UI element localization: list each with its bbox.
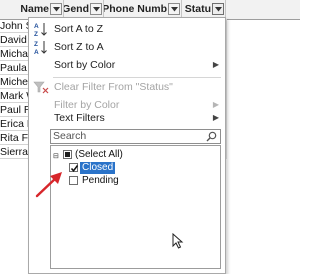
select-all-item[interactable]: ⊟ (Select All) — [51, 149, 220, 161]
svg-text:Z: Z — [34, 41, 38, 48]
sort-by-color-label: Sort by Color — [54, 59, 116, 71]
search-icon — [206, 131, 217, 142]
filter-dropdown-button[interactable] — [168, 3, 180, 15]
sort-by-color-item[interactable]: Sort by Color ▶ — [29, 56, 225, 74]
chevron-down-icon — [171, 7, 178, 12]
submenu-arrow-icon: ▶ — [212, 113, 219, 122]
filter-values-list[interactable]: ⊟ (Select All) Closed Pending — [50, 145, 221, 269]
chevron-down-icon — [53, 7, 60, 12]
closed-checkbox[interactable] — [69, 163, 79, 172]
svg-text:A: A — [34, 23, 39, 30]
clear-filter-item[interactable]: Clear Filter From "Status" — [29, 78, 225, 96]
chevron-down-icon — [93, 7, 100, 12]
select-all-label: (Select All) — [75, 149, 123, 160]
gridline — [226, 19, 227, 159]
checkmark-icon — [70, 165, 79, 172]
sort-a-to-z-item[interactable]: A Z Sort A to Z — [29, 20, 225, 38]
sort-z-to-a-label: Sort Z to A — [54, 41, 104, 53]
clear-filter-icon — [33, 81, 49, 94]
value-item-closed[interactable]: Closed — [51, 162, 220, 174]
pending-label: Pending — [82, 175, 119, 186]
mouse-cursor-icon — [172, 233, 184, 249]
sort-z-to-a-item[interactable]: Z A Sort Z to A — [29, 38, 225, 56]
status-filter-dropdown-button[interactable] — [212, 3, 224, 15]
closed-label: Closed — [80, 162, 116, 174]
chevron-down-icon — [215, 7, 222, 12]
select-all-checkbox[interactable] — [63, 150, 72, 159]
submenu-arrow-icon: ▶ — [212, 60, 219, 69]
svg-text:Z: Z — [34, 31, 38, 37]
sort-ascending-icon: A Z — [34, 23, 47, 37]
sort-descending-icon: Z A — [34, 41, 47, 55]
pending-checkbox[interactable] — [69, 176, 78, 185]
filter-dropdown-button[interactable] — [50, 3, 62, 15]
svg-text:A: A — [34, 49, 39, 55]
text-filters-label: Text Filters — [54, 112, 105, 124]
search-placeholder: Search — [53, 130, 87, 142]
clear-filter-label: Clear Filter From "Status" — [54, 81, 173, 93]
text-filters-item[interactable]: Text Filters ▶ — [29, 109, 225, 127]
filter-dropdown-button[interactable] — [90, 3, 102, 15]
sort-a-to-z-label: Sort A to Z — [54, 23, 104, 35]
search-input[interactable]: Search — [50, 129, 221, 144]
value-item-pending[interactable]: Pending — [51, 175, 220, 187]
filter-menu: A Z Sort A to Z Z A Sort Z to A Sort by … — [28, 17, 226, 274]
annotation-arrow-icon — [35, 172, 62, 198]
